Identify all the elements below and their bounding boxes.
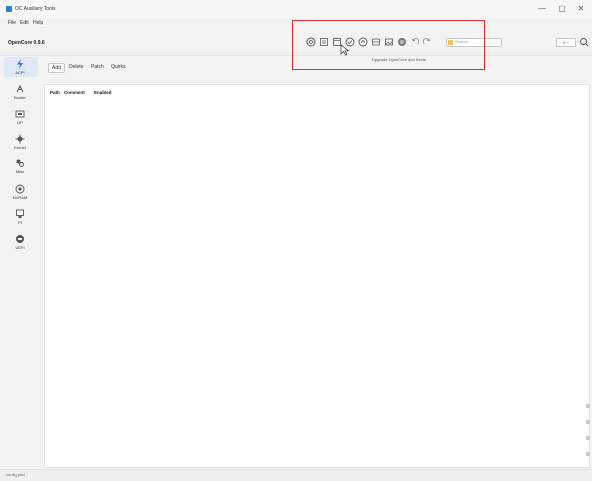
sidebar-item-booter[interactable]: Booter <box>4 84 36 100</box>
minimize-button[interactable]: — <box>536 4 548 14</box>
platform-info-icon <box>16 209 24 218</box>
kernel-icon <box>15 134 25 144</box>
column-header-enabled[interactable]: Enabled <box>94 90 112 95</box>
sidebar-item-label: PI <box>18 220 22 225</box>
tab-quirks[interactable]: Quirks <box>108 63 128 71</box>
sidebar-item-label: UEFI <box>15 245 25 250</box>
highlight-box <box>292 20 485 70</box>
sidebar-item-kernel[interactable]: Kernel <box>4 134 36 150</box>
font-size-control[interactable]: 0 ÷ <box>556 38 576 47</box>
tab-add[interactable]: Add <box>48 63 65 73</box>
maximize-button[interactable]: ▢ <box>556 4 568 14</box>
close-button[interactable]: ✕ <box>575 4 587 14</box>
scroll-down-button[interactable] <box>586 452 590 456</box>
sidebar-item-uefi[interactable]: UEFI <box>4 234 36 250</box>
device-properties-icon <box>15 110 25 118</box>
table-area[interactable] <box>44 84 590 468</box>
window-title: OC Auxiliary Tools <box>15 6 56 12</box>
sidebar-item-dp[interactable]: DP <box>4 109 36 125</box>
tooltip: Upgrade OpenCore and Kexts <box>372 57 426 62</box>
status-bar <box>0 469 592 481</box>
column-header-path[interactable]: Path <box>50 90 60 95</box>
scroll-control[interactable] <box>586 436 590 440</box>
sidebar-item-label: NVRAM <box>12 195 28 200</box>
sidebar-item-misc[interactable]: Misc <box>4 158 36 174</box>
nvram-icon <box>15 184 25 194</box>
scroll-up-button[interactable] <box>586 404 590 408</box>
column-header-comment[interactable]: Comment <box>64 90 85 95</box>
sidebar-item-label: ACPI <box>15 70 25 75</box>
magnifier-icon[interactable] <box>579 37 589 47</box>
tab-patch[interactable]: Patch <box>88 63 107 71</box>
app-icon <box>6 6 12 12</box>
menu-edit[interactable]: Edit <box>20 20 29 26</box>
mouse-cursor-icon <box>340 44 350 56</box>
status-filename: config.plist <box>6 472 25 477</box>
title-bar <box>0 0 592 18</box>
tab-delete[interactable]: Delete <box>66 63 86 71</box>
booter-icon <box>16 84 24 93</box>
acpi-icon <box>17 59 23 69</box>
menu-help[interactable]: Help <box>33 20 43 26</box>
uefi-icon <box>16 235 24 243</box>
opencore-version: OpenCore 0.9.6 <box>8 40 45 46</box>
sidebar-item-label: Booter <box>14 95 26 100</box>
sidebar-item-acpi[interactable]: ACPI <box>4 59 36 75</box>
sidebar-item-nvram[interactable]: NVRAM <box>4 184 36 200</box>
sidebar-item-label: Kernel <box>14 145 26 150</box>
sidebar-item-label: DP <box>17 120 23 125</box>
sidebar-item-pi[interactable]: PI <box>4 209 36 225</box>
misc-icon <box>16 159 24 167</box>
menu-file[interactable]: File <box>8 20 16 26</box>
scroll-control[interactable] <box>586 420 590 424</box>
sidebar-item-label: Misc <box>15 169 25 174</box>
